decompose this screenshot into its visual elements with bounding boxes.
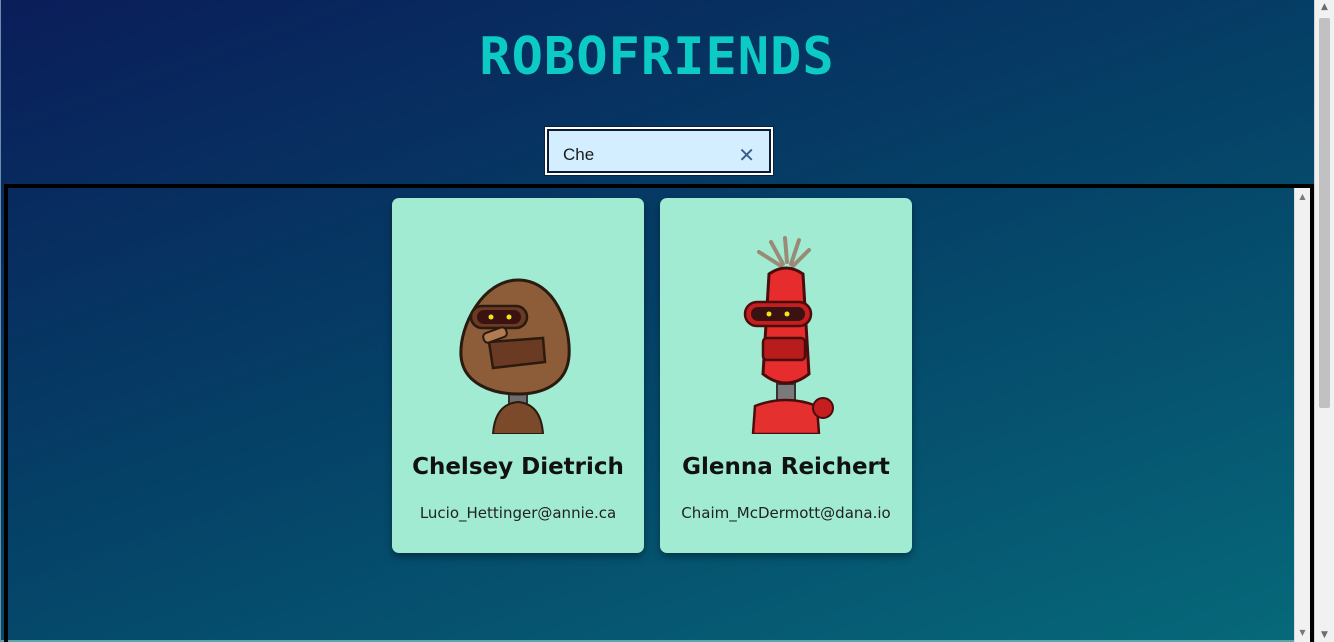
- robot-name: Glenna Reichert: [682, 454, 890, 480]
- search-input[interactable]: Che: [563, 145, 594, 165]
- robot-email: Lucio_Hettinger@annie.ca: [419, 504, 617, 522]
- card-list-scroll-panel[interactable]: ▲ ▼: [4, 184, 1314, 642]
- robot-avatar: [443, 234, 593, 434]
- close-icon[interactable]: ✕: [738, 143, 755, 167]
- robot-avatar: [711, 234, 861, 434]
- page-title: RoboFriends: [479, 27, 835, 87]
- search-field[interactable]: Che ✕: [547, 129, 771, 173]
- search-box[interactable]: Che ✕: [544, 126, 774, 176]
- scroll-up-arrow-icon[interactable]: ▲: [1295, 190, 1310, 204]
- robot-card[interactable]: Chelsey Dietrich Lucio_Hettinger@annie.c…: [392, 198, 644, 553]
- page-scrollbar[interactable]: ▲ ▼: [1314, 0, 1334, 642]
- scroll-down-arrow-icon[interactable]: ▼: [1295, 626, 1310, 640]
- page-scroll-up-arrow-icon[interactable]: ▲: [1315, 2, 1334, 12]
- robot-red-icon: [743, 236, 834, 434]
- robot-name: Chelsey Dietrich: [412, 454, 624, 480]
- robot-card[interactable]: Glenna Reichert Chaim_McDermott@dana.io: [660, 198, 912, 553]
- page-scrollbar-thumb[interactable]: [1319, 18, 1330, 408]
- robot-email: Chaim_McDermott@dana.io: [681, 504, 891, 522]
- panel-scrollbar[interactable]: ▲ ▼: [1294, 188, 1310, 642]
- page-scroll-down-arrow-icon[interactable]: ▼: [1315, 630, 1334, 640]
- robot-brown-icon: [459, 278, 571, 434]
